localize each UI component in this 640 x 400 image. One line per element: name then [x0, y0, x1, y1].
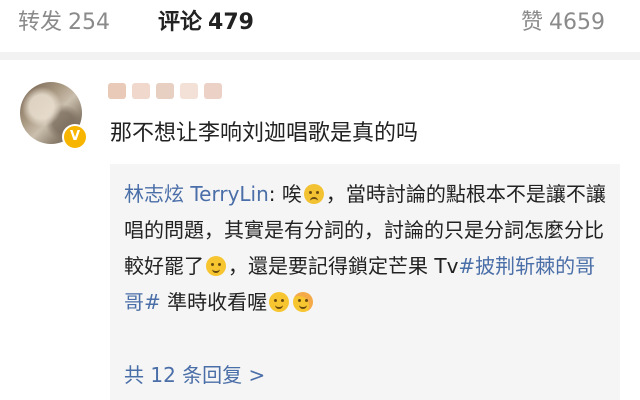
- username-blurred[interactable]: [108, 80, 222, 102]
- reply-body: 林志炫 TerryLin: 唉，當時討論的點根本不是讓不讓唱的問題，其實是有分詞…: [124, 176, 608, 320]
- comment-text: 那不想让李响刘迦唱歌是真的吗: [110, 121, 419, 146]
- smile-emoji-icon: [206, 256, 226, 276]
- smile-emoji-icon: [269, 292, 290, 312]
- reply-segment: 準時收看喔: [160, 290, 268, 314]
- tab-repost-count: 254: [68, 10, 111, 35]
- reply-box[interactable]: 林志炫 TerryLin: 唉，當時討論的點根本不是讓不讓唱的問題，其實是有分詞…: [110, 164, 620, 400]
- tab-repost[interactable]: 转发 254: [18, 8, 110, 38]
- tab-comments-label: 评论: [158, 10, 203, 35]
- tab-likes-count: 4659: [549, 10, 606, 35]
- reply-author-link[interactable]: 林志炫 TerryLin: [124, 182, 269, 206]
- tab-repost-label: 转发: [18, 10, 63, 35]
- reply-colon: :: [268, 182, 282, 206]
- blush-emoji-icon: [293, 292, 314, 312]
- sweat-emoji-icon: [303, 184, 324, 204]
- tab-divider: [0, 52, 640, 60]
- tab-likes-label: 赞: [521, 10, 544, 35]
- v-badge-icon: V: [62, 124, 88, 150]
- more-replies-link[interactable]: 共 12 条回复 >: [124, 362, 265, 388]
- tab-likes[interactable]: 赞 4659: [521, 8, 605, 38]
- reply-segment: 唉: [281, 182, 302, 206]
- reply-segment: ，還是要記得鎖定芒果 Tv: [228, 254, 459, 278]
- tab-comments[interactable]: 评论 479: [158, 8, 254, 38]
- comment-tabs: 转发 254 评论 479 赞 4659: [0, 0, 640, 46]
- tab-comments-count: 479: [208, 10, 254, 35]
